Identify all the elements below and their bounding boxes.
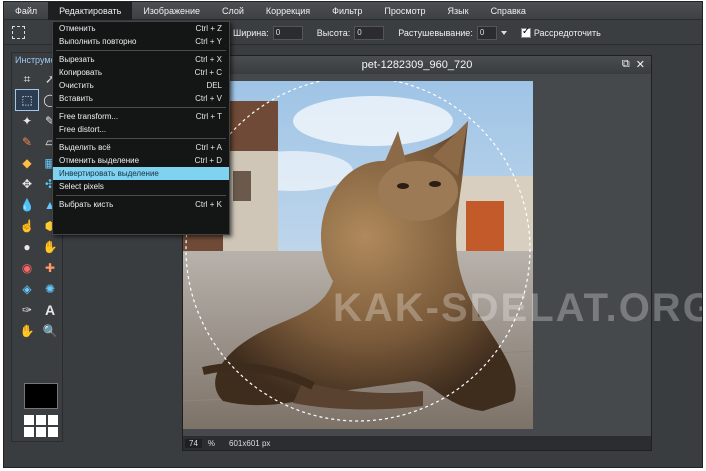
text-tool-icon[interactable]: A [39, 300, 61, 320]
color-swatch[interactable] [24, 383, 58, 409]
menu-adjustments[interactable]: Коррекция [255, 2, 321, 20]
red-eye-tool-icon[interactable]: ◉ [16, 258, 38, 278]
grid-icon[interactable] [24, 415, 58, 437]
eyedropper-tool-icon[interactable]: ✑ [16, 300, 38, 320]
antialias-label: Рассредоточить [533, 27, 601, 38]
edit-menu-item[interactable]: Очистить DEL [53, 79, 229, 92]
edit-menu-item-shortcut: Ctrl + C [194, 68, 222, 77]
edit-menu-item-label: Free distort... [59, 125, 107, 134]
spot-heal-tool-icon[interactable]: ✚ [39, 258, 61, 278]
edit-menu-item-shortcut: Ctrl + K [195, 200, 222, 209]
pinch-tool-icon[interactable]: ✺ [39, 279, 61, 299]
edit-menu-item-label: Выбрать кисть [59, 200, 114, 209]
burn-tool-icon[interactable]: ✋ [39, 237, 61, 257]
zoom-unit: % [207, 438, 216, 448]
cat-photo [183, 81, 533, 429]
edit-menu-item-label: Free transform... [59, 112, 119, 121]
document-status-bar: 74 % 601x601 px [183, 436, 651, 450]
rect-select-tool-icon[interactable]: ⬚ [15, 89, 39, 111]
edit-menu-item[interactable]: Выполнить повторно Ctrl + Y [53, 35, 229, 48]
edit-menu-item-shortcut: Ctrl + A [195, 143, 222, 152]
edit-menu-item-label: Отменить [59, 24, 96, 33]
feather-label: Растушевывание: [398, 27, 473, 38]
edit-menu-dropdown: Отменить Ctrl + Z Выполнить повторно Ctrl +… [52, 21, 230, 235]
edit-menu-item[interactable]: Free transform... Ctrl + T [53, 110, 229, 123]
edit-menu-item[interactable]: Select pixels [53, 180, 229, 193]
close-icon[interactable]: ✕ [636, 58, 645, 71]
restore-icon[interactable]: ⧉ [622, 58, 630, 71]
edit-menu-item-shortcut: Ctrl + D [194, 156, 222, 165]
edit-menu-item[interactable]: Отменить Ctrl + Z [53, 22, 229, 35]
edit-menu-item[interactable]: Копировать Ctrl + C [53, 66, 229, 79]
edit-menu-item-label: Отменить выделение [59, 156, 140, 165]
edit-menu-item[interactable]: Free distort... [53, 123, 229, 136]
edit-menu-item-shortcut: Ctrl + T [195, 112, 222, 121]
height-field[interactable]: 0 [354, 25, 385, 40]
menu-separator [56, 107, 226, 108]
zoom-value: 74 [189, 438, 198, 448]
edit-menu-item[interactable]: Выбрать кисть Ctrl + K [53, 198, 229, 211]
crop-tool-icon[interactable]: ⌗ [16, 69, 38, 89]
magic-wand-tool-icon[interactable]: ✦ [16, 111, 38, 131]
edit-menu-item[interactable]: Инвертировать выделение [53, 167, 229, 180]
feather-field[interactable]: 0 [476, 25, 497, 40]
canvas-area[interactable]: KAK-SDELAT.ORG [183, 74, 702, 437]
menu-layer[interactable]: Слой [211, 2, 255, 20]
watermark: KAK-SDELAT.ORG [333, 286, 703, 330]
edit-menu-item-shortcut: DEL [206, 81, 222, 90]
width-field[interactable]: 0 [272, 25, 303, 40]
hand-tool-icon[interactable]: ✋ [16, 321, 38, 341]
edit-menu-item-shortcut: Ctrl + X [195, 55, 222, 64]
edit-menu-item-label: Вырезать [59, 55, 95, 64]
menu-image[interactable]: Изображение [132, 2, 211, 20]
edit-menu-item-label: Вставить [59, 94, 93, 103]
menu-bar: Файл Редактировать Изображение Слой Корр… [4, 2, 702, 20]
menu-language[interactable]: Язык [437, 2, 480, 20]
width-label: Ширина: [233, 27, 269, 38]
menu-edit[interactable]: Редактировать [48, 2, 133, 20]
menu-separator [56, 50, 226, 51]
zoom-field[interactable]: 74 [185, 438, 202, 448]
bloat-tool-icon[interactable]: ◈ [16, 279, 38, 299]
photo-editor-window: Файл Редактировать Изображение Слой Корр… [3, 1, 703, 468]
document-title: pet-1282309_960_720 [361, 59, 473, 71]
document-titlebar: pet-1282309_960_720 ⧉ ✕ [183, 56, 651, 74]
drop-tool-icon[interactable]: 💧 [16, 195, 38, 215]
dodge-tool-icon[interactable]: ● [16, 237, 38, 257]
zoom-tool-icon[interactable]: 🔍 [39, 321, 61, 341]
fill-tool-icon[interactable]: ◆ [16, 153, 38, 173]
smudge-tool-icon[interactable]: ☝ [16, 216, 38, 236]
edit-menu-item-label: Копировать [59, 68, 103, 77]
edit-menu-item[interactable]: Вставить Ctrl + V [53, 92, 229, 105]
brush-tool-icon[interactable]: ✎ [16, 132, 38, 152]
marquee-select-icon [12, 26, 25, 39]
document-window: pet-1282309_960_720 ⧉ ✕ KAK-SDELAT.ORG 7… [182, 55, 702, 451]
edit-menu-item-shortcut: Ctrl + Z [195, 24, 222, 33]
image-dimensions: 601x601 px [229, 438, 271, 448]
clone-tool-icon[interactable]: ✥ [16, 174, 38, 194]
edit-menu-item[interactable]: Отменить выделение Ctrl + D [53, 154, 229, 167]
menu-view[interactable]: Просмотр [373, 2, 436, 20]
menu-help[interactable]: Справка [480, 2, 537, 20]
menu-file[interactable]: Файл [4, 2, 48, 20]
edit-menu-item[interactable]: Вырезать Ctrl + X [53, 53, 229, 66]
edit-menu-item-label: Инвертировать выделение [59, 169, 159, 178]
edit-menu-item-label: Выполнить повторно [59, 37, 137, 46]
menu-filter[interactable]: Фильтр [321, 2, 373, 20]
edit-menu-item-label: Выделить всё [59, 143, 111, 152]
height-label: Высота: [316, 27, 351, 38]
chevron-down-icon[interactable] [500, 30, 507, 35]
edit-menu-item-shortcut: Ctrl + Y [195, 37, 222, 46]
edit-menu-item-shortcut: Ctrl + V [195, 94, 222, 103]
edit-menu-item[interactable]: Выделить всё Ctrl + A [53, 141, 229, 154]
edit-menu-item-label: Очистить [59, 81, 94, 90]
menu-separator [56, 138, 226, 139]
edit-menu-item-label: Select pixels [59, 182, 104, 191]
antialias-checkbox[interactable] [520, 26, 531, 38]
menu-separator [56, 195, 226, 196]
